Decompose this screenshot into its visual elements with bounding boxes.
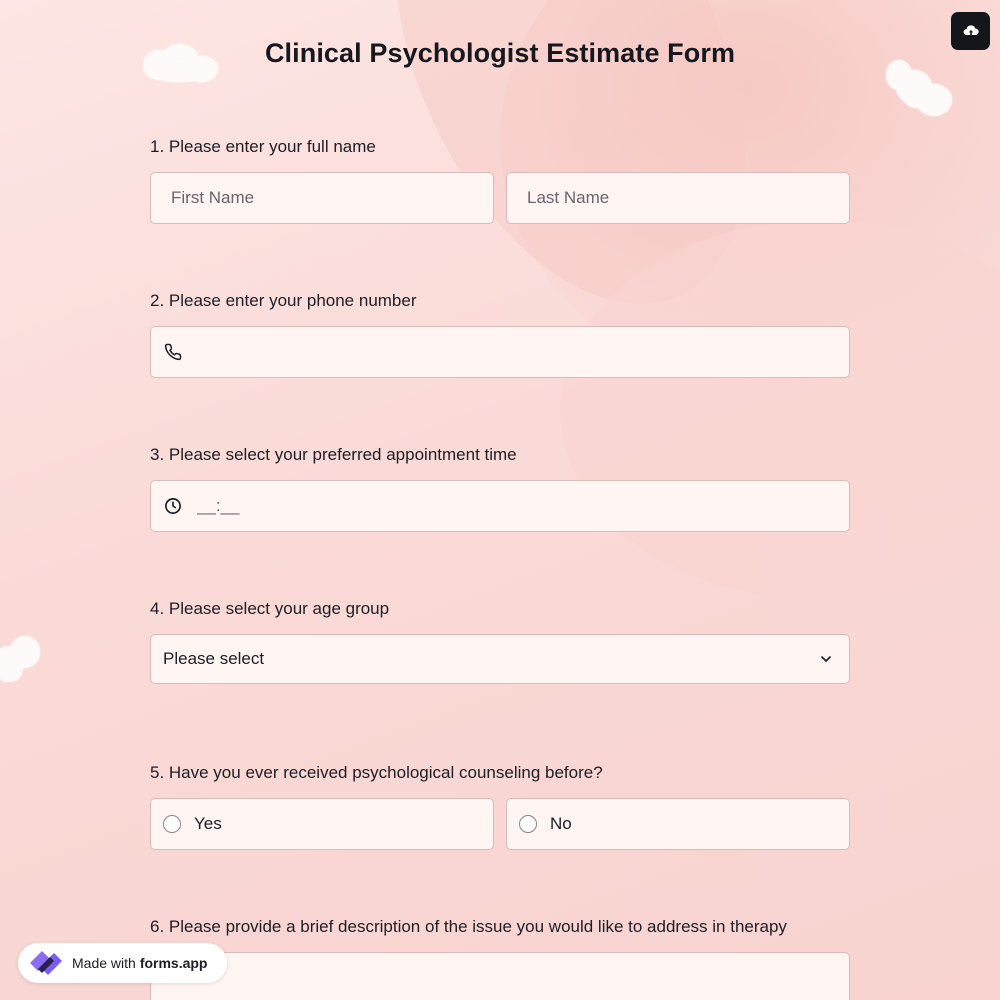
question-label-appointment-time: 3. Please select your preferred appointm… [150,445,517,464]
first-name-field[interactable] [150,172,494,224]
question-label-age-group: 4. Please select your age group [150,599,390,618]
question-label-phone: 2. Please enter your phone number [150,291,417,310]
forms-app-logo-icon [26,947,66,979]
phone-field[interactable] [150,326,850,378]
last-name-field[interactable] [506,172,850,224]
phone-input[interactable] [183,342,849,362]
radio-circle[interactable] [163,815,181,833]
chevron-down-icon [815,648,837,670]
badge-prefix: Made with [72,955,136,971]
made-with-forms-app-badge[interactable]: Made with forms.app [18,943,227,983]
phone-icon [163,341,183,363]
radio-label-no: No [550,814,572,833]
cloud-upload-icon [963,24,979,38]
question-label-issue-description: 6. Please provide a brief description of… [150,917,787,936]
question-label-full-name: 1. Please enter your full name [150,137,376,156]
upload-button[interactable] [951,12,990,50]
clock-icon [163,495,183,517]
issue-description-textarea[interactable] [150,952,850,1000]
first-name-input[interactable] [151,188,493,208]
question-label-counseling: 5. Have you ever received psychological … [150,763,603,782]
radio-circle[interactable] [519,815,537,833]
badge-brand: forms.app [139,955,208,971]
age-group-selected-value: Please select [163,649,265,668]
radio-option-yes[interactable]: Yes [150,798,494,850]
appointment-time-field[interactable] [150,480,850,532]
radio-label-yes: Yes [194,814,222,833]
form-title: Clinical Psychologist Estimate Form [264,38,736,68]
last-name-input[interactable] [507,188,849,208]
appointment-time-input[interactable] [182,496,849,516]
age-group-select[interactable]: Please select [150,634,850,684]
radio-option-no[interactable]: No [506,798,850,850]
